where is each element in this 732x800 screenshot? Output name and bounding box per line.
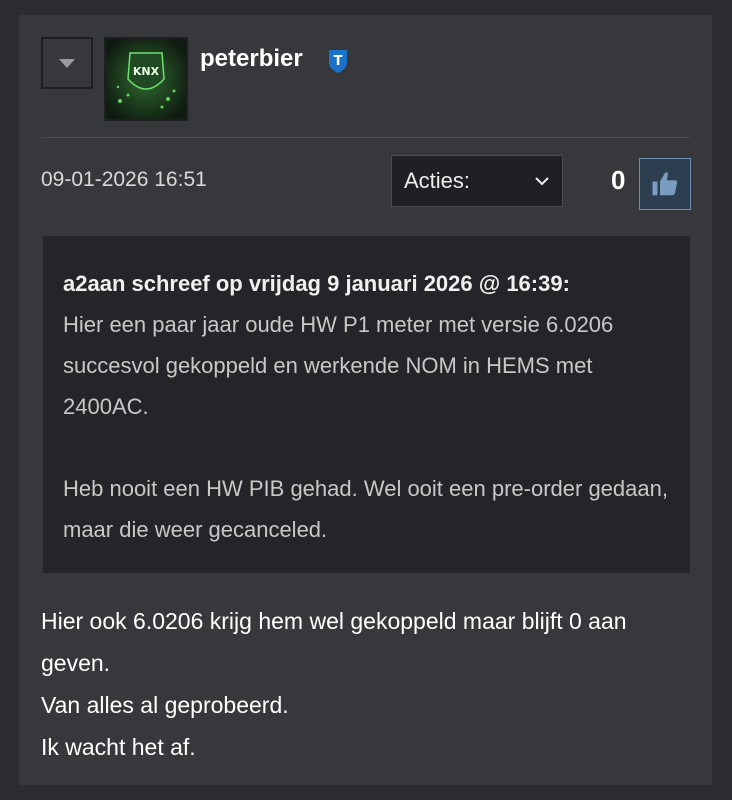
actions-dropdown[interactable]: Acties: [391,155,563,207]
post-date[interactable]: 09-01-2026 16:51 [41,168,207,192]
header-divider [41,137,690,138]
post-message: Hier ook 6.0206 krijg hem wel gekoppeld … [41,600,691,768]
quote-paragraph: Heb nooit een HW PIB gehad. Wel ooit een… [63,476,668,542]
forum-post: KNX peterbier T 09-01-2026 16:51 Acties:… [19,15,712,785]
username-link[interactable]: peterbier [200,45,303,73]
message-line: Van alles al geprobeerd. [41,692,289,718]
knx-avatar-icon: KNX [106,39,186,119]
like-count: 0 [611,165,626,195]
quote-body: Hier een paar jaar oude HW P1 meter met … [63,304,670,550]
svg-text:KNX: KNX [133,65,160,78]
actions-label: Acties: [404,168,471,193]
collapse-button[interactable] [41,37,93,89]
quote-header[interactable]: a2aan schreef op vrijdag 9 januari 2026 … [63,264,670,304]
message-line: Ik wacht het af. [41,734,196,760]
tweakers-badge-icon: T [329,50,347,73]
collapse-triangle-icon [59,58,75,68]
chevron-down-icon [535,177,549,186]
svg-text:T: T [334,54,343,69]
message-line: Hier ook 6.0206 krijg hem wel gekoppeld … [41,608,627,676]
like-button[interactable] [639,158,691,210]
quote-block: a2aan schreef op vrijdag 9 januari 2026 … [43,236,690,573]
avatar[interactable]: KNX [104,37,188,121]
thumbs-up-icon [652,172,678,196]
quote-paragraph: Hier een paar jaar oude HW P1 meter met … [63,312,614,419]
